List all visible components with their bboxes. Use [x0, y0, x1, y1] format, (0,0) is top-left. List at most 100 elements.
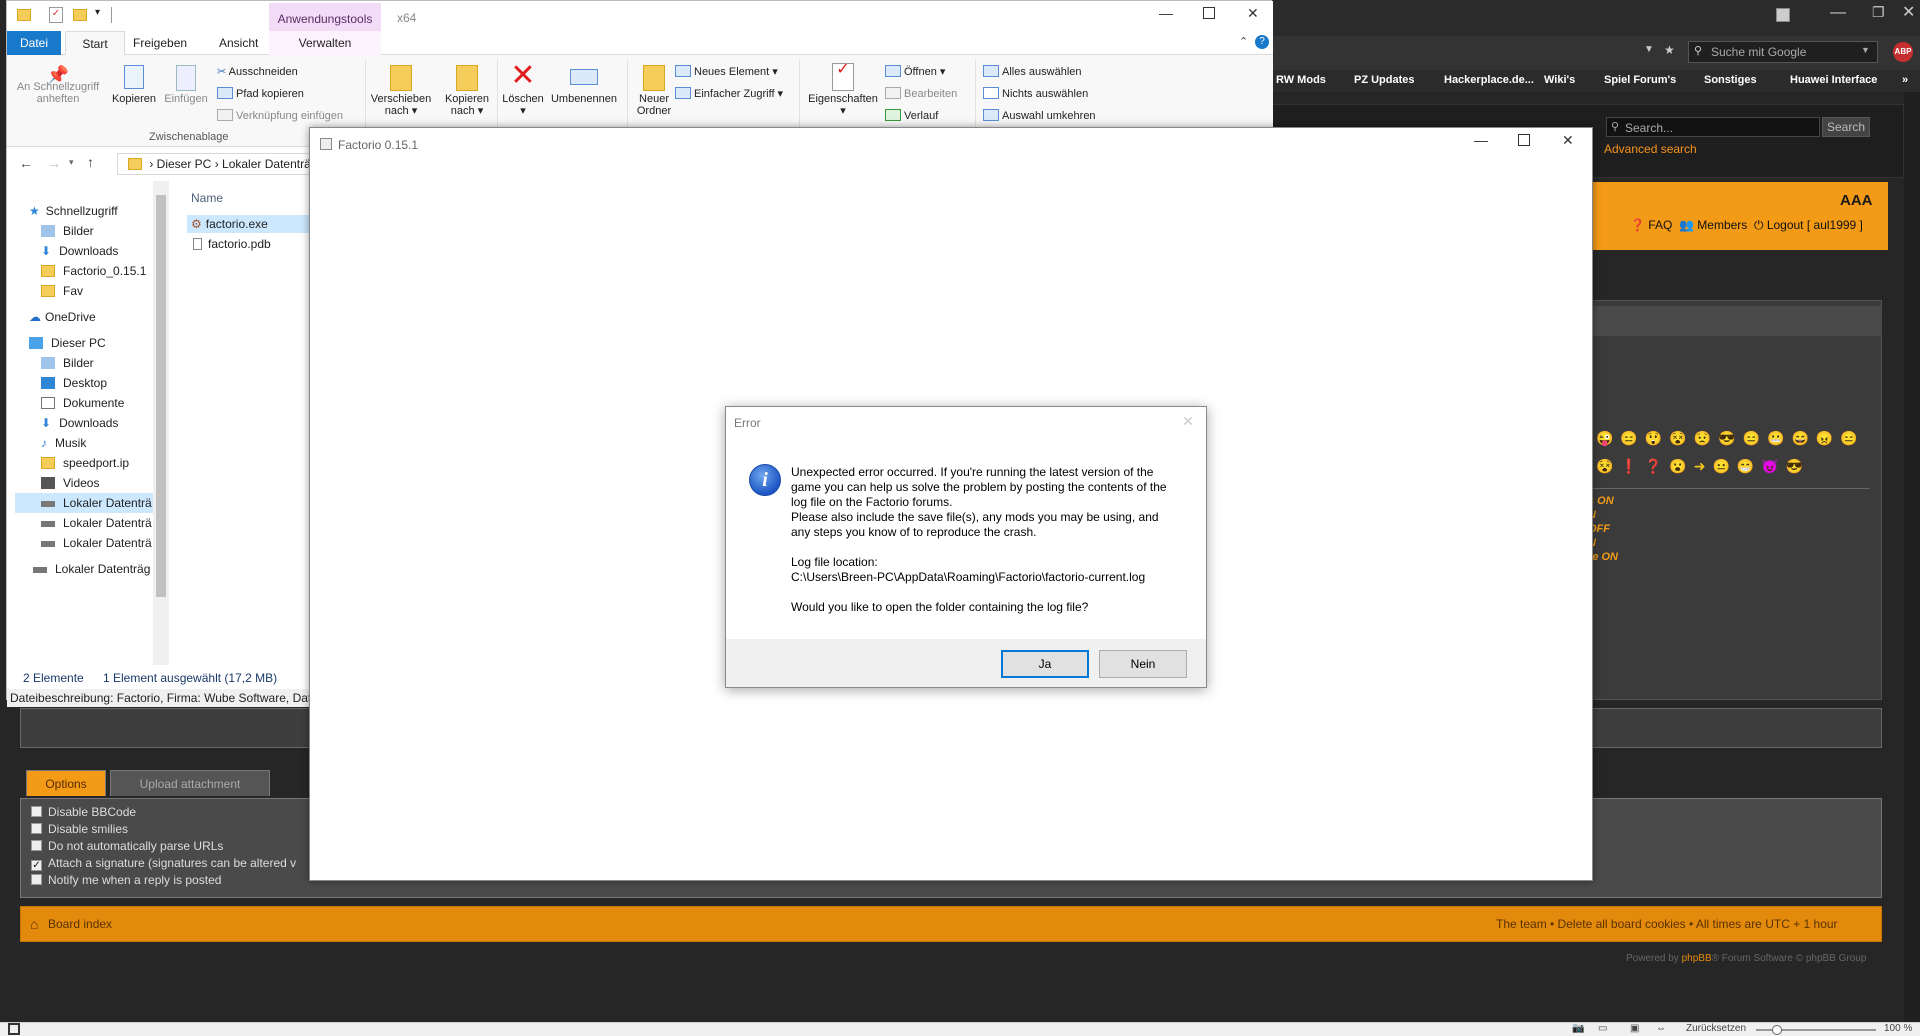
nav-onedrive[interactable]: ☁ OneDrive: [29, 307, 96, 327]
open-button[interactable]: Öffnen ▾: [885, 65, 945, 78]
tab-upload-attachment[interactable]: Upload attachment: [110, 770, 270, 796]
font-size-control[interactable]: AAA: [1840, 192, 1873, 209]
up-arrow-icon[interactable]: ↑: [87, 154, 94, 170]
camera-icon[interactable]: 📷: [1572, 1023, 1584, 1034]
checkbox[interactable]: [31, 874, 42, 885]
breadcrumb-local-disk[interactable]: Lokaler Datenträ: [222, 157, 311, 171]
file-row-factorio-pdb[interactable]: factorio.pdb: [187, 235, 313, 253]
new-item-button[interactable]: Neues Element ▾: [675, 65, 778, 78]
nav-local-disk-d[interactable]: Lokaler Datenträ: [41, 513, 152, 533]
bookmark-wikis[interactable]: Wiki's: [1544, 74, 1575, 86]
tab-start[interactable]: Start: [65, 31, 125, 56]
checkbox[interactable]: [31, 806, 42, 817]
restore-button[interactable]: ❐: [1872, 4, 1885, 21]
nav-factorio-folder[interactable]: Factorio_0.15.1: [41, 261, 146, 281]
nav-speedport[interactable]: speedport.ip: [41, 453, 129, 473]
new-folder-icon[interactable]: [73, 9, 87, 21]
edit-button[interactable]: Bearbeiten: [885, 87, 957, 100]
nav-local-disk-e[interactable]: Lokaler Datenträ: [41, 533, 152, 553]
back-arrow-icon[interactable]: ←: [19, 155, 33, 171]
address-bar[interactable]: › Dieser PC › Lokaler Datenträ: [117, 153, 313, 175]
footer-links[interactable]: The team • Delete all board cookies • Al…: [1496, 917, 1838, 931]
tab-manage[interactable]: Verwalten: [269, 31, 381, 55]
bookmark-huawei[interactable]: Huawei Interface: [1790, 74, 1877, 86]
chevron-down-icon[interactable]: ▼: [1861, 45, 1870, 55]
option-notify-reply[interactable]: Notify me when a reply is posted: [31, 873, 221, 887]
cut-button[interactable]: ✂ Ausschneiden: [217, 65, 298, 78]
phpbb-link[interactable]: phpBB: [1682, 953, 1712, 964]
tab-file[interactable]: Datei: [7, 31, 61, 55]
nav-scrollbar-thumb[interactable]: [156, 195, 166, 597]
browser-scrollbar[interactable]: [1904, 92, 1920, 1022]
column-header-name[interactable]: Name: [191, 191, 223, 205]
rename-button[interactable]: Umbenennen: [547, 65, 621, 105]
option-no-parse-urls[interactable]: Do not automatically parse URLs: [31, 839, 223, 853]
easy-access-button[interactable]: Einfacher Zugriff ▾: [675, 87, 783, 100]
code-icon[interactable]: ⇔: [1656, 1023, 1666, 1034]
members-link[interactable]: Members: [1697, 218, 1747, 232]
nav-documents[interactable]: Dokumente: [41, 393, 124, 413]
nav-music[interactable]: ♪ Musik: [41, 433, 86, 453]
forum-search-input[interactable]: ⚲ Search...: [1606, 117, 1820, 137]
maximize-button[interactable]: [1203, 7, 1215, 19]
checkbox[interactable]: [31, 840, 42, 851]
copy-path-button[interactable]: Pfad kopieren: [217, 87, 304, 100]
status-icon[interactable]: [8, 1023, 20, 1035]
nav-local-disk-c[interactable]: Lokaler Datenträ: [15, 493, 153, 513]
close-button[interactable]: ✕: [1902, 2, 1915, 22]
advanced-search-link[interactable]: Advanced search: [1604, 142, 1697, 156]
forward-arrow-icon[interactable]: →: [47, 155, 61, 171]
dialog-close-button[interactable]: ✕: [1178, 413, 1198, 433]
delete-button[interactable]: ✕ Löschen ▾: [499, 59, 547, 117]
reset-zoom-button[interactable]: Zurücksetzen: [1686, 1023, 1746, 1034]
minimize-button[interactable]: —: [1159, 5, 1173, 21]
nav-pictures[interactable]: Bilder: [41, 221, 94, 241]
bookmark-hackerplace[interactable]: Hackerplace.de...: [1444, 74, 1534, 86]
breadcrumb-this-pc[interactable]: Dieser PC: [157, 157, 212, 171]
dropdown-icon[interactable]: ▼: [1644, 44, 1654, 55]
nav-quick-access[interactable]: ★ Schnellzugriff: [29, 201, 118, 221]
move-to-button[interactable]: Verschieben nach ▾: [369, 65, 433, 117]
properties-button[interactable]: ✓ Eigenschaften ▾: [803, 62, 883, 118]
browser-search-input[interactable]: ⚲ Suche mit Google ▼: [1688, 41, 1878, 63]
nav-this-pc[interactable]: Dieser PC: [29, 333, 106, 353]
select-all-button[interactable]: Alles auswählen: [983, 65, 1082, 78]
smilies-row-2[interactable]: 😵❗❓😮➜😐😁😈😎: [1596, 458, 1810, 475]
folder-icon[interactable]: [17, 9, 31, 21]
qat-dropdown-icon[interactable]: ▾: [95, 7, 100, 18]
help-icon[interactable]: ?: [1255, 35, 1269, 49]
image-icon[interactable]: ▣: [1630, 1023, 1639, 1034]
new-folder-button[interactable]: Neuer Ordner: [631, 65, 677, 117]
nav-pictures-pc[interactable]: Bilder: [41, 353, 94, 373]
logout-link[interactable]: Logout [ aul1999 ]: [1767, 218, 1863, 232]
maximize-button[interactable]: [1518, 134, 1530, 146]
window-icon[interactable]: ▭: [1598, 1023, 1607, 1034]
forum-search-button[interactable]: Search: [1822, 117, 1870, 137]
paste-button[interactable]: Einfügen: [161, 65, 211, 105]
properties-icon[interactable]: ✓: [49, 7, 63, 23]
nav-fav[interactable]: Fav: [41, 281, 83, 301]
recent-locations-icon[interactable]: ▾: [69, 157, 74, 168]
minimize-button[interactable]: —: [1830, 4, 1846, 22]
smilies-row-1[interactable]: 😜😑😲😵😟😎😑😬😄😠😑: [1596, 430, 1865, 447]
select-none-button[interactable]: Nichts auswählen: [983, 87, 1088, 100]
option-attach-signature[interactable]: ✓ Attach a signature (signatures can be a…: [31, 856, 296, 871]
bookmark-rw-mods[interactable]: RW Mods: [1276, 74, 1326, 86]
bookmark-sonstiges[interactable]: Sonstiges: [1704, 74, 1757, 86]
history-button[interactable]: Verlauf: [885, 109, 938, 122]
board-index-link[interactable]: Board index: [48, 917, 112, 931]
copy-to-button[interactable]: Kopieren nach ▾: [439, 65, 495, 117]
nav-desktop[interactable]: Desktop: [41, 373, 107, 393]
collapse-ribbon-icon[interactable]: ⌃: [1239, 35, 1248, 48]
pin-quick-access-button[interactable]: 📌 An Schnellzugriff anheften: [13, 66, 103, 105]
invert-selection-button[interactable]: Auswahl umkehren: [983, 109, 1096, 122]
adblock-icon[interactable]: ABP: [1893, 42, 1913, 62]
bookmark-spiel-forums[interactable]: Spiel Forum's: [1604, 74, 1676, 86]
copy-button[interactable]: Kopieren: [111, 65, 157, 105]
minimize-button[interactable]: —: [1474, 132, 1488, 148]
file-row-factorio-exe[interactable]: ⚙ factorio.exe: [187, 215, 313, 233]
bookmark-pz-updates[interactable]: PZ Updates: [1354, 74, 1415, 86]
tab-share[interactable]: Freigeben: [133, 36, 187, 50]
nav-local-disk-f[interactable]: Lokaler Datenträg: [33, 559, 150, 579]
zoom-level[interactable]: 100 %: [1884, 1023, 1912, 1034]
